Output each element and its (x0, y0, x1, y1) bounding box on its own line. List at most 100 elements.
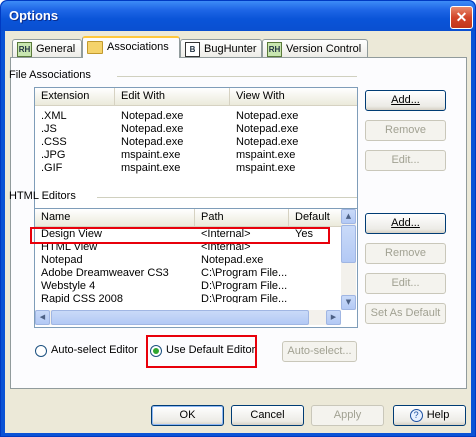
bughunter-icon: B (185, 41, 200, 57)
button-label: Cancel (250, 409, 285, 421)
column-header[interactable]: View With (230, 88, 357, 105)
button-label: OK (179, 409, 196, 421)
group-divider (117, 76, 357, 77)
button-label: Set As Default (370, 307, 441, 319)
edit-with-cell: mspaint.exe (121, 149, 181, 161)
rh-icon: RH (267, 41, 282, 57)
auto-select-radio[interactable] (35, 345, 47, 357)
editor-name-cell: Adobe Dreamweaver CS3 (41, 267, 169, 279)
column-header[interactable]: Name (35, 209, 195, 226)
extension-cell: .GIF (41, 162, 63, 174)
table-row[interactable]: .CSS Notepad.exe Notepad.exe (35, 136, 357, 149)
dialog-client: RH General Associations B BugHunter RH Vers… (5, 31, 471, 433)
table-row[interactable]: .JS Notepad.exe Notepad.exe (35, 123, 357, 136)
use-default-radio[interactable] (150, 345, 162, 357)
column-header[interactable]: Edit With (115, 88, 230, 105)
button-label: Remove (385, 247, 426, 259)
scroll-left-icon[interactable]: ◀ (35, 310, 50, 325)
button-label: Edit... (391, 154, 420, 166)
column-header[interactable]: Default (289, 209, 341, 226)
table-row[interactable]: .JPG mspaint.exe mspaint.exe (35, 149, 357, 162)
button-label: Apply (333, 409, 362, 421)
scroll-right-icon[interactable]: ▶ (326, 310, 341, 325)
table-row[interactable]: Adobe Dreamweaver CS3 C:\Program File... (35, 267, 341, 280)
view-with-cell: mspaint.exe (236, 162, 296, 174)
editor-remove-button[interactable]: Remove (365, 243, 446, 264)
options-window: Options ✕ RH General Associations B BugHun… (0, 0, 476, 437)
tab-version-control[interactable]: RH Version Control (262, 39, 368, 58)
button-label: Edit... (391, 277, 420, 289)
column-header[interactable]: Extension (35, 88, 115, 105)
editor-path-cell: D:\Program File... (201, 293, 288, 303)
file-associations-list[interactable]: Extension Edit With View With .XML Notep… (34, 87, 358, 215)
list-header: Name Path Default (35, 209, 341, 227)
button-label: Add... (391, 217, 420, 229)
view-with-cell: Notepad.exe (236, 123, 299, 135)
button-label: Add... (391, 94, 420, 106)
editor-name-cell: Rapid CSS 2008 (41, 293, 123, 303)
editor-edit-button[interactable]: Edit... (365, 273, 446, 294)
close-button[interactable]: ✕ (450, 6, 473, 29)
table-row[interactable]: Rapid CSS 2008 D:\Program File... (35, 293, 341, 303)
scroll-up-icon[interactable]: ▲ (341, 209, 356, 224)
help-button[interactable]: ? Help (393, 405, 466, 426)
html-editors-list[interactable]: Name Path Default Design View <Internal>… (34, 208, 358, 328)
window-title: Options (9, 8, 59, 23)
column-header[interactable]: Path (195, 209, 289, 226)
tab-label: General (36, 43, 76, 55)
tab-bughunter[interactable]: B BugHunter (180, 39, 262, 58)
tab-associations[interactable]: Associations (82, 36, 180, 58)
ok-button[interactable]: OK (151, 405, 224, 426)
table-row[interactable]: .GIF mspaint.exe mspaint.exe (35, 162, 357, 175)
extension-cell: .JPG (41, 149, 66, 161)
editor-name-cell: Notepad (41, 254, 83, 266)
group-divider (97, 197, 357, 198)
highlight-box (30, 227, 330, 244)
horizontal-scrollbar[interactable]: ◀ ▶ (35, 310, 341, 325)
button-label: Help (426, 409, 450, 421)
folder-icon (87, 40, 103, 54)
scroll-thumb[interactable] (341, 225, 356, 263)
file-add-button[interactable]: Add... (365, 90, 446, 111)
tab-label: BugHunter (204, 43, 257, 55)
edit-with-cell: Notepad.exe (121, 123, 184, 135)
title-bar[interactable]: Options ✕ (1, 1, 475, 31)
help-icon: ? (409, 408, 423, 422)
file-remove-button[interactable]: Remove (365, 120, 446, 141)
button-label: Remove (385, 124, 426, 136)
html-editors-label: HTML Editors (9, 190, 76, 202)
cancel-button[interactable]: Cancel (231, 405, 304, 426)
file-edit-button[interactable]: Edit... (365, 150, 446, 171)
editor-name-cell: Webstyle 4 (41, 280, 96, 292)
apply-button[interactable]: Apply (311, 405, 384, 426)
table-row[interactable]: Webstyle 4 D:\Program File... (35, 280, 341, 293)
editor-path-cell: D:\Program File... (201, 280, 288, 292)
rh-icon: RH (17, 41, 32, 57)
button-label: Auto-select... (287, 345, 352, 357)
radio-selected-dot (153, 348, 159, 354)
scroll-thumb[interactable] (51, 310, 309, 325)
vertical-scrollbar[interactable]: ▲ ▼ (341, 209, 356, 310)
list-header: Extension Edit With View With (35, 88, 357, 106)
edit-with-cell: mspaint.exe (121, 162, 181, 174)
tab-label: Version Control (286, 43, 362, 55)
view-with-cell: Notepad.exe (236, 110, 299, 122)
editor-path-cell: C:\Program File... (201, 267, 288, 279)
editor-path-cell: Notepad.exe (201, 254, 264, 266)
editor-add-button[interactable]: Add... (365, 213, 446, 234)
file-associations-label: File Associations (9, 69, 91, 81)
auto-select-button[interactable]: Auto-select... (282, 341, 357, 362)
auto-select-label[interactable]: Auto-select Editor (51, 344, 138, 356)
view-with-cell: mspaint.exe (236, 149, 296, 161)
set-as-default-button[interactable]: Set As Default (365, 303, 446, 324)
table-row[interactable]: Notepad Notepad.exe (35, 254, 341, 267)
extension-cell: .XML (41, 110, 67, 122)
tab-label: Associations (107, 41, 169, 53)
extension-cell: .CSS (41, 136, 67, 148)
table-row[interactable]: .XML Notepad.exe Notepad.exe (35, 110, 357, 123)
edit-with-cell: Notepad.exe (121, 110, 184, 122)
extension-cell: .JS (41, 123, 57, 135)
tab-general[interactable]: RH General (12, 39, 82, 58)
use-default-label[interactable]: Use Default Editor (166, 344, 255, 356)
scroll-down-icon[interactable]: ▼ (341, 295, 356, 310)
